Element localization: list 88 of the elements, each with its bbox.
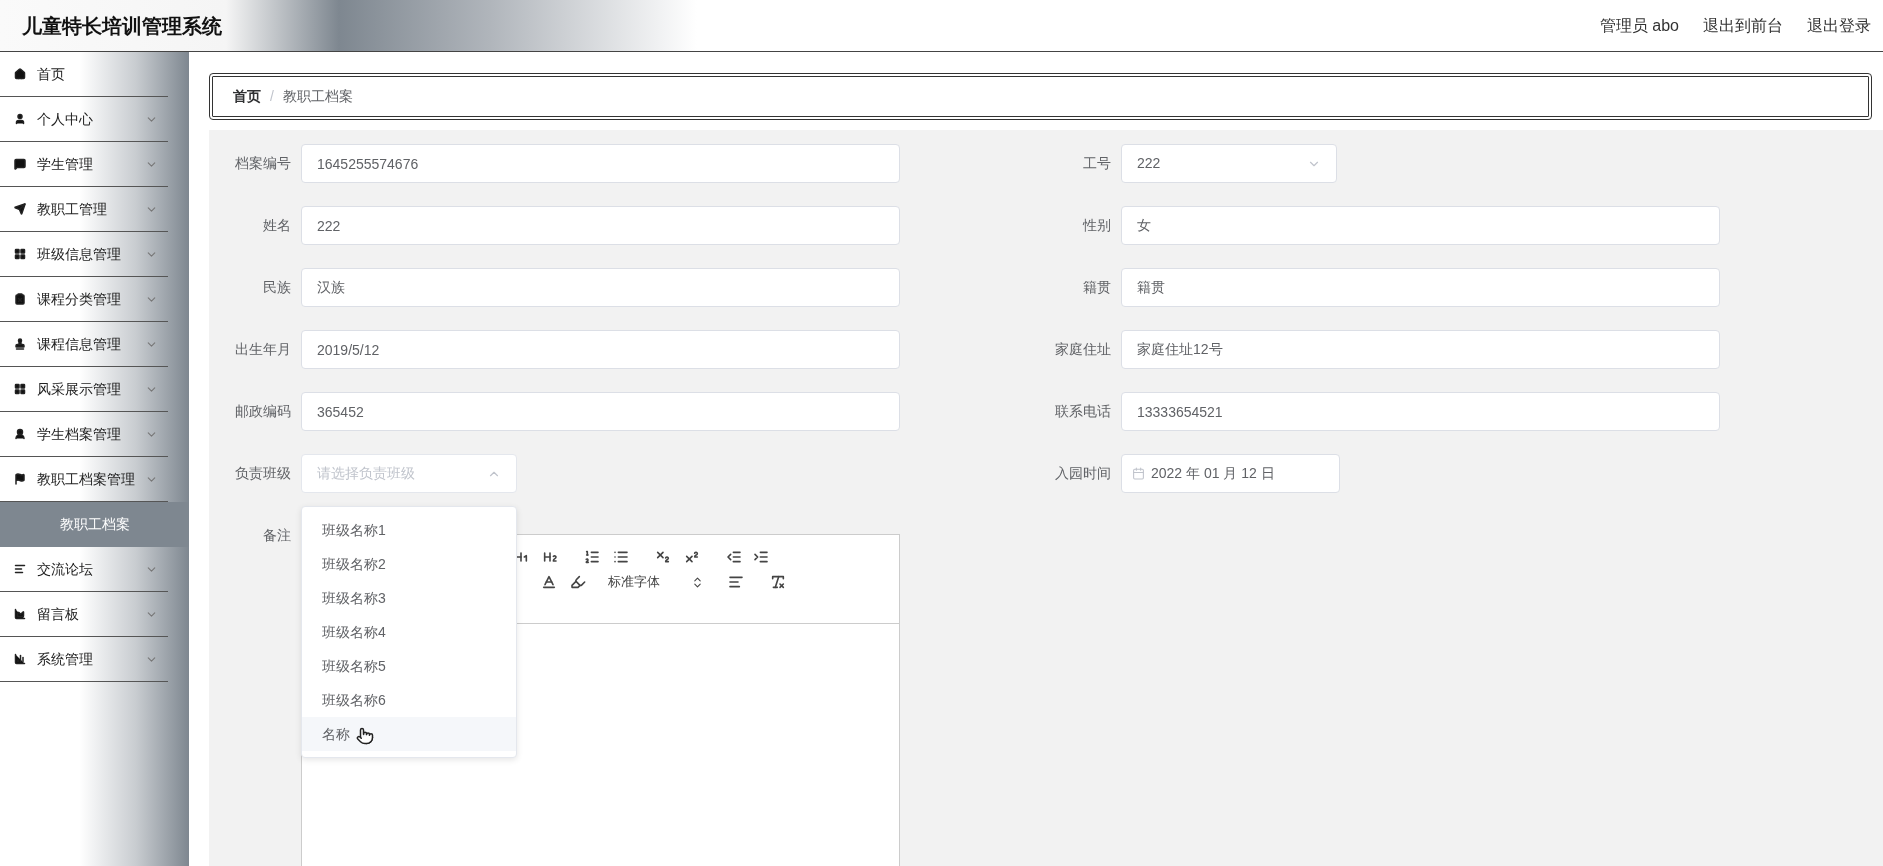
home-icon xyxy=(14,68,26,80)
sidebar-item[interactable]: 首页 xyxy=(0,52,168,97)
hand-cursor-icon xyxy=(356,727,374,745)
sidebar-subitem[interactable]: 教职工档案 xyxy=(0,502,189,547)
dropdown-option[interactable]: 班级名称6 xyxy=(302,683,516,717)
sidebar-item[interactable]: 系统管理 xyxy=(0,637,168,682)
header-link[interactable]: 退出登录 xyxy=(1807,13,1871,38)
indent-icon[interactable] xyxy=(753,549,769,565)
sidebar-item[interactable]: 个人中心 xyxy=(0,97,168,142)
sidebar-label: 交流论坛 xyxy=(37,559,94,579)
sidebar-item[interactable]: 课程信息管理 xyxy=(0,322,168,367)
field-label: 出生年月 xyxy=(234,340,291,359)
superscript-icon[interactable] xyxy=(684,549,700,565)
sidebar-item[interactable]: 学生管理 xyxy=(0,142,168,187)
sidebar-item[interactable]: 教职工管理 xyxy=(0,187,168,232)
sidebar-label: 系统管理 xyxy=(37,649,94,669)
text-field[interactable]: 籍贯 xyxy=(1121,268,1720,307)
paper-plane-icon xyxy=(14,203,26,215)
sidebar-label: 留言板 xyxy=(37,604,80,624)
field-label: 邮政编码 xyxy=(234,402,291,421)
sidebar-item[interactable]: 学生档案管理 xyxy=(0,412,168,457)
grid-icon xyxy=(14,248,26,260)
user-label: 管理员 abo xyxy=(1599,15,1679,36)
sidebar-item[interactable]: 班级信息管理 xyxy=(0,232,168,277)
field-label: 家庭住址 xyxy=(1054,340,1111,359)
text-field[interactable]: 家庭住址12号 xyxy=(1121,330,1720,369)
text-field[interactable]: 2019/5/12 xyxy=(301,330,900,369)
field-label: 联系电话 xyxy=(1054,402,1111,421)
subscript-icon[interactable] xyxy=(655,549,671,565)
app-title: 儿童特长培训管理系统 xyxy=(22,13,222,39)
user-icon xyxy=(14,113,26,125)
sidebar-label: 学生档案管理 xyxy=(37,424,122,444)
grid-icon xyxy=(14,383,26,395)
calendar-icon xyxy=(1132,467,1145,480)
dropdown-option[interactable]: 班级名称5 xyxy=(302,649,516,683)
sidebar-label: 个人中心 xyxy=(37,109,94,129)
font-select[interactable]: 标准字体 xyxy=(608,572,704,592)
breadcrumb-item[interactable]: 首页 xyxy=(233,86,261,107)
align-left-icon[interactable] xyxy=(728,574,744,590)
breadcrumb-item: 教职工档案 xyxy=(282,87,353,106)
field-label: 入园时间 xyxy=(1054,464,1111,483)
sidebar-item[interactable]: 课程分类管理 xyxy=(0,277,168,322)
stamp-icon xyxy=(14,338,26,350)
numbered-list-icon[interactable] xyxy=(584,549,600,565)
flag-icon xyxy=(14,473,26,485)
field-label: 姓名 xyxy=(262,216,291,235)
field-label: 工号 xyxy=(1082,154,1111,173)
field-label: 性别 xyxy=(1081,216,1111,235)
chat-icon xyxy=(14,158,26,170)
sidebar-label: 班级信息管理 xyxy=(37,244,122,264)
dropdown-option[interactable]: 班级名称4 xyxy=(302,615,516,649)
text-field[interactable]: 1645255574676 xyxy=(301,144,900,183)
sidebar-label: 课程信息管理 xyxy=(37,334,122,354)
heading-two-icon[interactable] xyxy=(542,549,558,565)
field-label: 民族 xyxy=(262,278,291,297)
outdent-icon[interactable] xyxy=(726,549,742,565)
field-label: 负责班级 xyxy=(234,464,291,483)
text-field[interactable]: 女 xyxy=(1121,206,1720,245)
breadcrumb-separator: / xyxy=(270,87,274,106)
sidebar-item[interactable]: 交流论坛 xyxy=(0,547,168,592)
bullet-list-icon[interactable] xyxy=(613,549,629,565)
sidebar-label: 学生管理 xyxy=(37,154,94,174)
field-label: 备注 xyxy=(262,526,291,545)
field-label: 档案编号 xyxy=(234,154,291,173)
dropdown-option[interactable]: 班级名称3 xyxy=(302,581,516,615)
sidebar-label: 教职工档案管理 xyxy=(37,469,136,489)
lines-icon xyxy=(14,563,26,575)
sidebar-label: 首页 xyxy=(37,64,66,84)
sidebar-item[interactable]: 留言板 xyxy=(0,592,168,637)
sidebar-item[interactable]: 风采展示管理 xyxy=(0,367,168,412)
text-field[interactable]: 13333654521 xyxy=(1121,392,1720,431)
select-field[interactable]: 222 xyxy=(1121,144,1337,183)
clear-format-icon[interactable] xyxy=(770,574,786,590)
user-icon xyxy=(14,428,26,440)
highlight-icon[interactable] xyxy=(570,574,586,590)
text-field[interactable]: 365452 xyxy=(301,392,900,431)
header-link[interactable]: 退出到前台 xyxy=(1703,13,1783,38)
dropdown-option[interactable]: 名称 xyxy=(302,717,516,751)
field-label: 籍贯 xyxy=(1082,278,1111,297)
text-field[interactable]: 汉族 xyxy=(301,268,900,307)
up-down-icon xyxy=(691,575,704,589)
font-color-icon[interactable] xyxy=(541,574,557,590)
text-field[interactable]: 222 xyxy=(301,206,900,245)
sidebar-label: 风采展示管理 xyxy=(37,379,122,399)
sidebar-label: 课程分类管理 xyxy=(37,289,122,309)
sidebar-label: 教职工管理 xyxy=(37,199,108,219)
dropdown-option[interactable]: 班级名称2 xyxy=(302,547,516,581)
date-field[interactable]: 2022 年 01 月 12 日 xyxy=(1121,454,1340,493)
